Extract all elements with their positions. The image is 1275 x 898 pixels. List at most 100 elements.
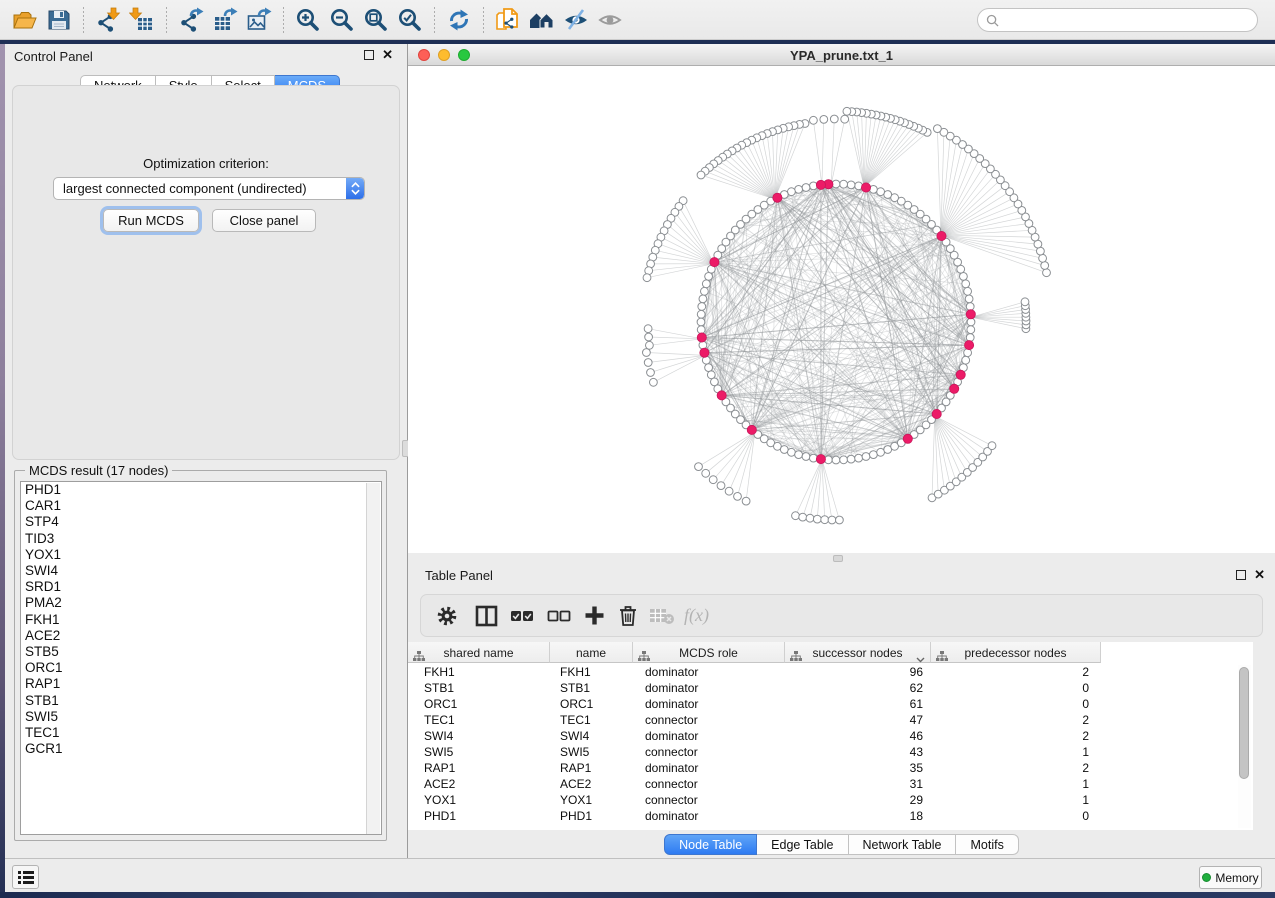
table-cell[interactable]: connector xyxy=(633,712,785,728)
network-leaf-node[interactable] xyxy=(643,349,651,357)
network-leaf-node[interactable] xyxy=(934,125,942,133)
table-cell[interactable]: 47 xyxy=(785,712,931,728)
table-cell[interactable]: PHD1 xyxy=(408,808,550,824)
table-cell[interactable]: 61 xyxy=(785,696,931,712)
network-leaf-node[interactable] xyxy=(644,325,652,333)
network-leaf-node[interactable] xyxy=(792,512,800,520)
network-mcds-hub-node[interactable] xyxy=(903,434,912,443)
network-leaf-node[interactable] xyxy=(988,442,996,450)
network-node[interactable] xyxy=(697,326,705,334)
network-node[interactable] xyxy=(877,188,885,196)
mcds-result-item[interactable]: STB1 xyxy=(21,693,381,709)
table-cell[interactable]: RAP1 xyxy=(408,760,550,776)
network-leaf-node[interactable] xyxy=(1021,298,1029,306)
network-mcds-hub-node[interactable] xyxy=(773,193,782,202)
zoom-selected-icon[interactable] xyxy=(395,5,425,35)
mcds-result-item[interactable]: PMA2 xyxy=(21,595,381,611)
network-node[interactable] xyxy=(697,318,705,326)
table-cell[interactable]: dominator xyxy=(633,696,785,712)
table-cell[interactable]: RAP1 xyxy=(550,760,633,776)
table-cell[interactable]: 18 xyxy=(785,808,931,824)
search-field[interactable] xyxy=(977,8,1258,32)
home-icon[interactable] xyxy=(527,5,557,35)
network-leaf-node[interactable] xyxy=(709,476,717,484)
table-cell[interactable]: 31 xyxy=(785,776,931,792)
table-cell[interactable]: TEC1 xyxy=(550,712,633,728)
network-leaf-node[interactable] xyxy=(843,107,851,115)
network-leaf-node[interactable] xyxy=(1039,254,1047,262)
table-row[interactable]: FKH1FKH1dominator962 xyxy=(408,664,1101,680)
table-cell[interactable]: SWI4 xyxy=(550,728,633,744)
network-node[interactable] xyxy=(870,451,878,459)
tab-node-table[interactable]: Node Table xyxy=(664,834,757,855)
network-node[interactable] xyxy=(795,451,803,459)
network-mcds-hub-node[interactable] xyxy=(816,180,825,189)
network-mcds-hub-node[interactable] xyxy=(965,341,974,350)
table-cell[interactable]: dominator xyxy=(633,680,785,696)
network-leaf-node[interactable] xyxy=(643,274,651,282)
network-canvas[interactable] xyxy=(408,66,1275,553)
table-cell[interactable]: 1 xyxy=(931,776,1101,792)
table-cell[interactable]: connector xyxy=(633,792,785,808)
table-cell[interactable]: STB1 xyxy=(550,680,633,696)
close-panel-button[interactable]: Close panel xyxy=(212,209,316,232)
export-image-icon[interactable] xyxy=(244,5,274,35)
mcds-result-item[interactable]: ORC1 xyxy=(21,660,381,676)
table-row[interactable]: ORC1ORC1dominator610 xyxy=(408,696,1101,712)
network-node[interactable] xyxy=(795,186,803,194)
hide-eye-icon[interactable] xyxy=(561,5,591,35)
network-mcds-hub-node[interactable] xyxy=(937,231,946,240)
table-row[interactable]: STB1STB1dominator620 xyxy=(408,680,1101,696)
network-node[interactable] xyxy=(964,349,972,357)
network-mcds-hub-node[interactable] xyxy=(861,183,870,192)
network-node[interactable] xyxy=(698,303,706,311)
table-cell[interactable]: dominator xyxy=(633,760,785,776)
search-input[interactable] xyxy=(1003,10,1257,30)
table-cell[interactable]: 1 xyxy=(931,792,1101,808)
mcds-result-item[interactable]: STP4 xyxy=(21,514,381,530)
network-mcds-hub-node[interactable] xyxy=(932,409,941,418)
table-cell[interactable]: 2 xyxy=(931,728,1101,744)
network-leaf-node[interactable] xyxy=(830,115,838,123)
run-mcds-button[interactable]: Run MCDS xyxy=(103,209,199,232)
network-node[interactable] xyxy=(705,273,713,281)
network-node[interactable] xyxy=(962,356,970,364)
task-history-button[interactable] xyxy=(12,865,39,889)
network-node[interactable] xyxy=(862,453,870,461)
network-leaf-node[interactable] xyxy=(647,369,655,377)
network-leaf-node[interactable] xyxy=(820,116,828,124)
column-header-name[interactable]: name xyxy=(550,642,633,663)
select-all-checks-icon[interactable] xyxy=(510,605,534,627)
table-cell[interactable]: ORC1 xyxy=(550,696,633,712)
network-node[interactable] xyxy=(701,287,709,295)
network-node[interactable] xyxy=(855,454,863,462)
gear-icon[interactable] xyxy=(435,604,459,628)
network-mcds-hub-node[interactable] xyxy=(717,391,726,400)
table-cell[interactable]: YOX1 xyxy=(408,792,550,808)
network-leaf-node[interactable] xyxy=(725,487,733,495)
export-table-icon[interactable] xyxy=(210,5,240,35)
tab-motifs[interactable]: Motifs xyxy=(956,834,1018,855)
column-header-successor-nodes[interactable]: successor nodes xyxy=(785,642,931,663)
column-header-shared-name[interactable]: shared name xyxy=(408,642,550,663)
network-node[interactable] xyxy=(966,303,974,311)
network-leaf-node[interactable] xyxy=(1043,269,1051,277)
table-cell[interactable]: SWI5 xyxy=(550,744,633,760)
network-mcds-hub-node[interactable] xyxy=(966,310,975,319)
network-node[interactable] xyxy=(802,184,810,192)
table-row[interactable]: YOX1YOX1connector291 xyxy=(408,792,1101,808)
table-row[interactable]: TEC1TEC1connector472 xyxy=(408,712,1101,728)
close-panel-icon[interactable]: ✕ xyxy=(382,50,393,60)
network-leaf-node[interactable] xyxy=(1041,262,1049,270)
mcds-result-list[interactable]: PHD1CAR1STP4TID3YOX1SWI4SRD1PMA2FKH1ACE2… xyxy=(20,481,382,835)
table-cell[interactable]: SWI4 xyxy=(408,728,550,744)
table-row[interactable]: SWI5SWI5connector431 xyxy=(408,744,1101,760)
network-leaf-node[interactable] xyxy=(734,493,742,501)
mcds-result-item[interactable]: SWI5 xyxy=(21,709,381,725)
mcds-result-item[interactable]: TEC1 xyxy=(21,725,381,741)
table-cell[interactable]: dominator xyxy=(633,728,785,744)
network-leaf-node[interactable] xyxy=(697,171,705,179)
column-header-predecessor-nodes[interactable]: predecessor nodes xyxy=(931,642,1101,663)
network-leaf-node[interactable] xyxy=(806,514,814,522)
table-cell[interactable]: PHD1 xyxy=(550,808,633,824)
